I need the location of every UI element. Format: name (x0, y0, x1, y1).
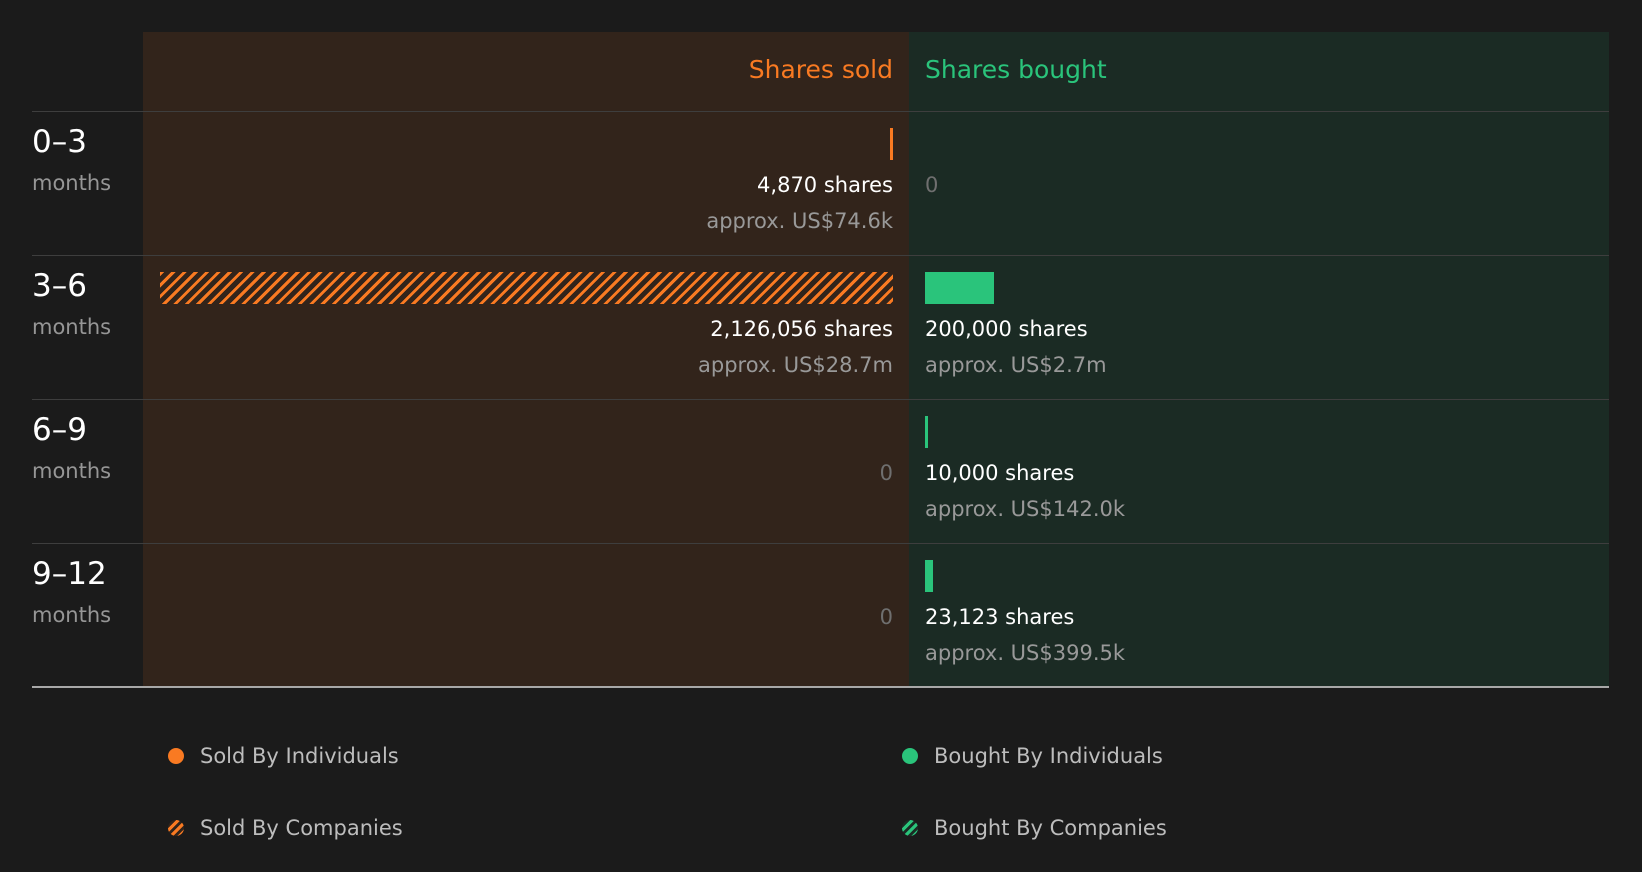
shares-bought-value: 200,000 shares (925, 317, 1088, 341)
shares-bought-approx-value: approx. US$2.7m (925, 353, 1107, 377)
shares-bought-value: 23,123 shares (925, 605, 1075, 629)
shares-sold-approx-value: approx. US$74.6k (706, 209, 893, 233)
shares-sold-value: 4,870 shares (757, 173, 893, 197)
period-unit-label: months (32, 459, 112, 483)
shares-sold-header: Shares sold (748, 55, 893, 84)
shares-sold-value: 2,126,056 shares (710, 317, 893, 341)
shares-sold-zero: 0 (879, 605, 893, 629)
shares-sold-approx-value: approx. US$28.7m (698, 353, 893, 377)
legend-swatch-icon (902, 748, 918, 764)
legend-swatch-icon (902, 820, 918, 836)
period-row: 6–9 months 0 10,000 shares approx. US$142.0k (0, 400, 1642, 544)
shares-bought-header: Shares bought (925, 55, 1107, 84)
shares-sold-bar (160, 272, 893, 304)
shares-bought-bar (925, 272, 994, 304)
shares-bought-approx-value: approx. US$142.0k (925, 497, 1126, 521)
period-row: 9–12 months 0 23,123 shares approx. US$399.5… (0, 544, 1642, 688)
shares-bought-approx-value: approx. US$399.5k (925, 641, 1126, 665)
legend-label: Sold By Companies (200, 816, 403, 840)
legend-label: Sold By Individuals (200, 744, 399, 768)
legend-label: Bought By Individuals (934, 744, 1163, 768)
shares-bought-value: 10,000 shares (925, 461, 1075, 485)
shares-bought-zero: 0 (925, 173, 939, 197)
period-unit-label: months (32, 603, 112, 627)
shares-bought-bar (925, 560, 933, 592)
period-unit-label: months (32, 171, 112, 195)
period-range-label: 9–12 (32, 556, 107, 592)
period-unit-label: months (32, 315, 112, 339)
period-range-label: 3–6 (32, 268, 87, 304)
period-range-label: 6–9 (32, 412, 87, 448)
legend-label: Bought By Companies (934, 816, 1167, 840)
period-row: 3–6 months 2,126,056 shares approx. US$28.7… (0, 256, 1642, 400)
legend-swatch-icon (168, 748, 184, 764)
period-row: 0–3 months 4,870 shares approx. US$74.6k 0 (0, 112, 1642, 256)
shares-sold-zero: 0 (879, 461, 893, 485)
shares-bought-bar (925, 416, 928, 448)
shares-sold-bar (890, 128, 893, 160)
legend-swatch-icon (168, 820, 184, 836)
period-range-label: 0–3 (32, 124, 87, 160)
